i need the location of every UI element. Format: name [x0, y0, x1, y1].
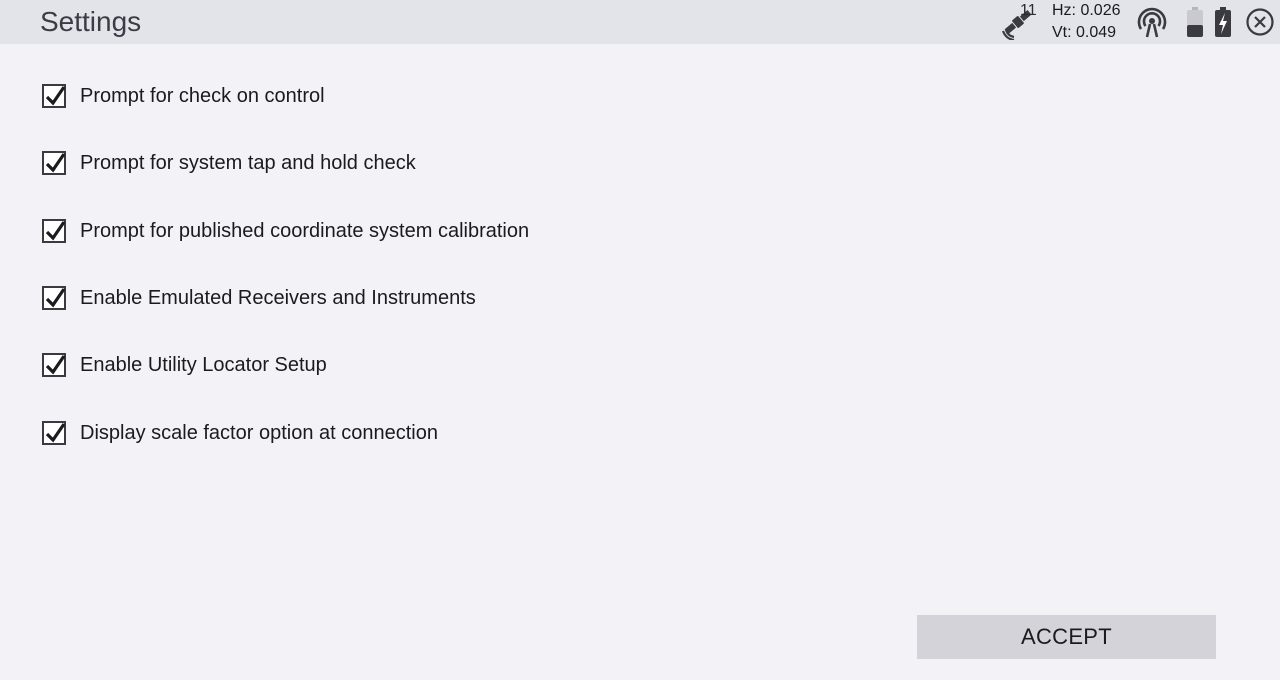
option-coordinate-calibration[interactable]: Prompt for published coordinate system c… [40, 216, 529, 246]
vt-precision: Vt: 0.049 [1052, 24, 1117, 41]
option-label: Enable Emulated Receivers and Instrument… [80, 287, 476, 309]
checkmark-icon [45, 221, 66, 241]
option-scale-factor[interactable]: Display scale factor option at connectio… [40, 418, 438, 448]
hz-precision: Hz: 0.026 [1052, 2, 1121, 19]
option-label: Prompt for published coordinate system c… [80, 220, 530, 242]
checkbox[interactable] [42, 286, 66, 310]
option-label: Display scale factor option at connectio… [80, 422, 438, 444]
checkbox[interactable] [42, 421, 66, 445]
checkmark-icon [45, 153, 66, 173]
header-bar: Settings 11 Hz: 0.026 Vt: 0.049 [0, 0, 1280, 44]
battery-icon[interactable] [1186, 6, 1204, 38]
close-icon[interactable] [1245, 7, 1275, 37]
option-emulated-receivers[interactable]: Enable Emulated Receivers and Instrument… [40, 283, 476, 313]
satellite-count: 11 [1020, 2, 1037, 19]
checkmark-icon [45, 423, 66, 443]
checkmark-icon [45, 355, 66, 375]
option-check-on-control[interactable]: Prompt for check on control [40, 81, 325, 111]
checkbox[interactable] [42, 353, 66, 377]
checkmark-icon [45, 288, 66, 308]
page-title: Settings [40, 6, 142, 37]
precision-readout[interactable]: Hz: 0.026 Vt: 0.049 [1052, 0, 1120, 44]
option-utility-locator[interactable]: Enable Utility Locator Setup [40, 350, 327, 380]
checkbox[interactable] [42, 219, 66, 243]
option-tap-and-hold-check[interactable]: Prompt for system tap and hold check [40, 148, 416, 178]
checkbox[interactable] [42, 84, 66, 108]
accept-button[interactable]: ACCEPT [917, 615, 1216, 659]
option-label: Prompt for check on control [80, 85, 325, 107]
checkbox[interactable] [42, 151, 66, 175]
option-label: Prompt for system tap and hold check [80, 152, 416, 174]
radio-signal-icon[interactable] [1134, 5, 1170, 39]
battery-charging-icon[interactable] [1214, 6, 1232, 38]
checkmark-icon [45, 86, 66, 106]
option-label: Enable Utility Locator Setup [80, 354, 327, 376]
